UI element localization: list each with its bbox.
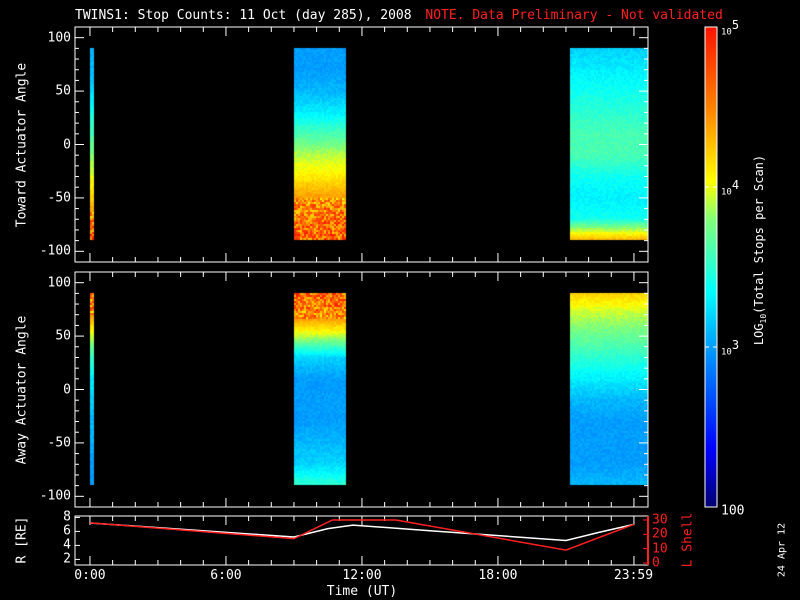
x-tick-label: 18:00 — [478, 568, 518, 583]
colorbar-frame — [704, 26, 718, 508]
tick-exp: 4 — [731, 178, 740, 192]
tick-base: 10 — [721, 347, 732, 358]
ylabel-toward: Toward Actuator Angle — [14, 62, 30, 228]
colorbar-tick-label: 105 — [721, 18, 739, 38]
y-tick-label: 50 — [55, 328, 71, 344]
panel-frame — [74, 26, 649, 263]
tick-base: 100 — [721, 503, 745, 519]
y-tick-label: 100 — [47, 275, 71, 291]
lshell-tick-label: 30 — [652, 512, 668, 528]
y-tick-label: -100 — [39, 243, 71, 259]
r-series-line — [89, 522, 635, 542]
tick-exp: 3 — [731, 338, 740, 352]
date-stamp: 24 Apr 12 — [776, 522, 788, 578]
x-tick-label: 23:59 — [613, 568, 654, 583]
tick-exp: 5 — [731, 18, 740, 32]
colorbar-tick-label: 103 — [721, 338, 739, 358]
colorbar-tick-label: 100 — [721, 498, 744, 518]
tick-base: 10 — [721, 27, 732, 38]
y-tick-label: -100 — [39, 488, 71, 504]
r-tick-label: 6 — [63, 523, 71, 539]
y-tick-label: -50 — [47, 435, 71, 451]
lshell-tick-label: 0 — [652, 555, 660, 571]
r-tick-label: 2 — [63, 551, 71, 567]
colorbar-label-sub: 10 — [759, 313, 769, 324]
x-tick-label: 6:00 — [210, 568, 242, 583]
colorbar-label-suffix: (Total Stops per Scan) — [751, 154, 766, 314]
tick-base: 10 — [721, 187, 732, 198]
y-tick-label: -50 — [47, 190, 71, 206]
y-tick-label: 0 — [63, 137, 71, 152]
y-tick-label: 100 — [47, 30, 71, 46]
ylabel-away: Away Actuator Angle — [14, 315, 30, 465]
y-tick-label: 50 — [55, 83, 71, 99]
x-tick-label: 12:00 — [342, 568, 382, 583]
y-tick-label: 0 — [63, 382, 71, 397]
xlabel: Time (UT) — [326, 584, 398, 599]
colorbar-label-prefix: LOG — [751, 323, 766, 346]
ylabel-r: R [RE] — [14, 516, 30, 564]
r-tick-label: 8 — [63, 509, 71, 525]
colorbar-tick-label: 104 — [721, 178, 739, 198]
panel-frame — [74, 271, 649, 508]
lshell-tick-label: 10 — [652, 541, 668, 557]
ylabel-lshell: L Shell — [680, 512, 696, 568]
axes-layer — [74, 26, 718, 566]
twins-stop-counts-plot: TWINS1: Stop Counts: 11 Oct (day 285), 2… — [0, 0, 800, 600]
colorbar-label: LOG10(Total Stops per Scan) — [752, 155, 768, 345]
x-tick-label: 0:00 — [74, 568, 106, 583]
lshell-tick-label: 20 — [652, 526, 668, 542]
r-tick-label: 4 — [63, 537, 71, 553]
